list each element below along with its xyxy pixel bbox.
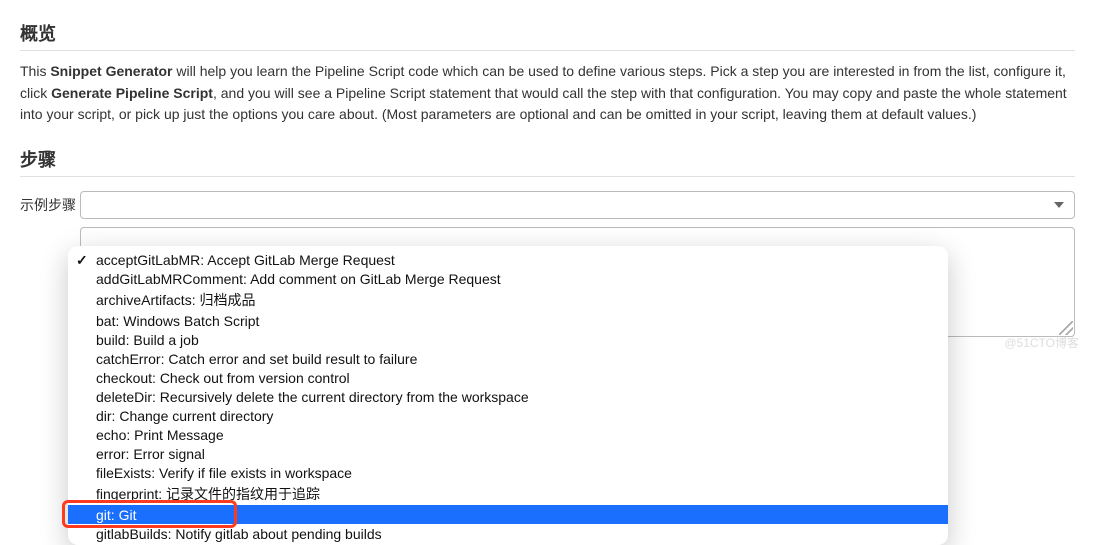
dropdown-option[interactable]: fingerprint: 记录文件的指纹用于追踪: [68, 482, 948, 505]
dropdown-option[interactable]: dir: Change current directory: [68, 406, 948, 425]
dropdown-option[interactable]: git: Git: [68, 505, 948, 524]
resize-handle-icon[interactable]: [1059, 321, 1073, 335]
overview-text: This Snippet Generator will help you lea…: [20, 61, 1075, 126]
dropdown-option[interactable]: archiveArtifacts: 归档成品: [68, 288, 948, 311]
watermark: @51CTO博客: [1004, 334, 1079, 351]
dropdown-option[interactable]: checkout: Check out from version control: [68, 368, 948, 387]
dropdown-option[interactable]: deleteDir: Recursively delete the curren…: [68, 387, 948, 406]
sample-step-label: 示例步骤: [20, 191, 80, 215]
dropdown-option[interactable]: gitlabBuilds: Notify gitlab about pendin…: [68, 524, 948, 543]
sample-step-select[interactable]: [80, 191, 1075, 219]
overview-b2: Generate Pipeline Script: [51, 85, 213, 101]
overview-heading: 概览: [20, 20, 1075, 51]
sample-step-dropdown[interactable]: acceptGitLabMR: Accept GitLab Merge Requ…: [68, 246, 948, 545]
steps-heading: 步骤: [20, 146, 1075, 177]
overview-pre: This: [20, 63, 50, 79]
dropdown-option[interactable]: acceptGitLabMR: Accept GitLab Merge Requ…: [68, 250, 948, 269]
dropdown-option[interactable]: catchError: Catch error and set build re…: [68, 349, 948, 368]
chevron-down-icon: [1054, 202, 1064, 208]
dropdown-option[interactable]: bat: Windows Batch Script: [68, 311, 948, 330]
dropdown-option[interactable]: fileExists: Verify if file exists in wor…: [68, 463, 948, 482]
dropdown-option[interactable]: addGitLabMRComment: Add comment on GitLa…: [68, 269, 948, 288]
dropdown-option[interactable]: echo: Print Message: [68, 425, 948, 444]
dropdown-option[interactable]: build: Build a job: [68, 330, 948, 349]
overview-b1: Snippet Generator: [50, 63, 172, 79]
dropdown-option[interactable]: error: Error signal: [68, 444, 948, 463]
